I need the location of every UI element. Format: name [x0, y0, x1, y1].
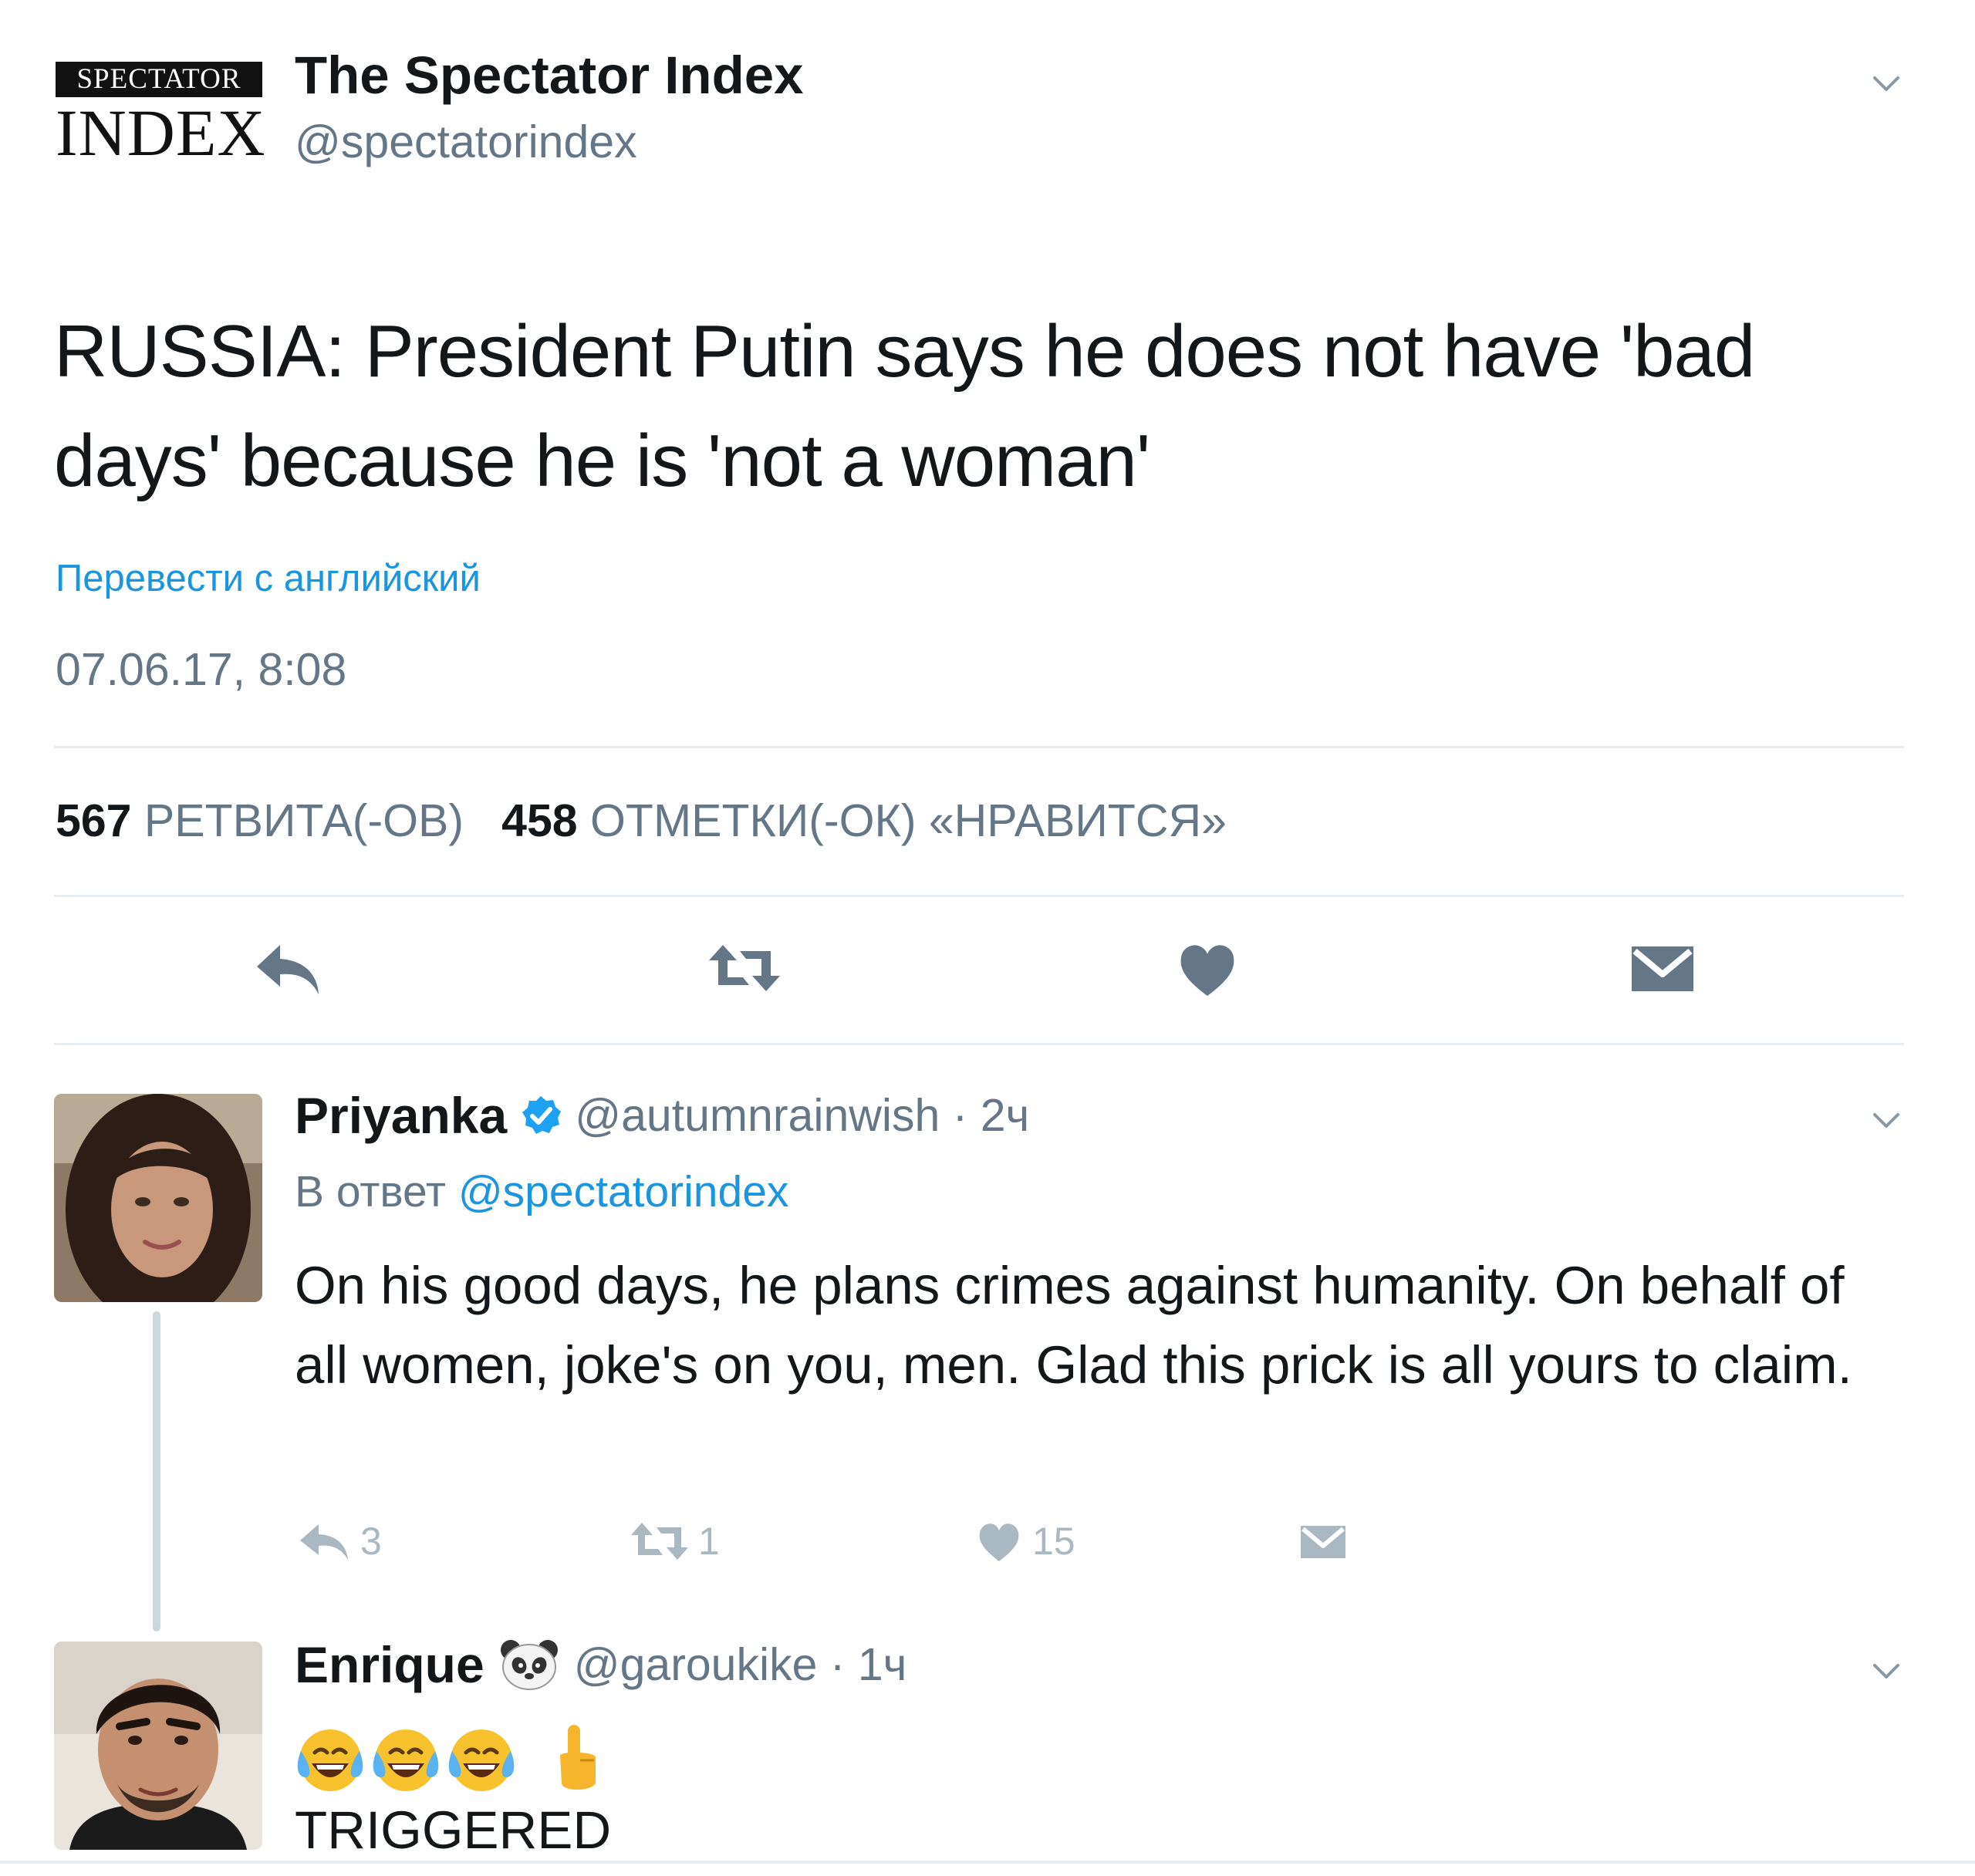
like-button[interactable]: 15 — [974, 1518, 1075, 1564]
retweet-icon — [631, 1523, 688, 1560]
reply-author-handle[interactable]: @garoukike · 1ч — [574, 1638, 907, 1691]
reply-to-handle-link[interactable]: @spectatorindex — [458, 1167, 789, 1216]
logo-bottom-text: INDEX — [56, 96, 266, 170]
heart-icon — [979, 1523, 1019, 1561]
reply-author-handle[interactable]: @autumnrainwish · 2ч — [575, 1089, 1029, 1142]
envelope-icon — [1632, 946, 1693, 991]
reply-icon — [257, 945, 319, 994]
verified-badge-icon — [519, 1094, 562, 1137]
spectator-index-logo[interactable]: SPECTATOR INDEX — [56, 62, 266, 170]
retweet-button[interactable]: 1 — [629, 1518, 720, 1564]
retweets-label[interactable]: РЕТВИТА(-ОВ) — [144, 795, 464, 846]
chevron-down-icon[interactable] — [1871, 1655, 1902, 1686]
reply-author-name[interactable]: Enrique — [295, 1635, 484, 1694]
reply-to-line: В ответ @spectatorindex — [295, 1166, 788, 1217]
panda-icon — [498, 1638, 560, 1692]
likes-label[interactable]: ОТМЕТКИ(-ОК) «НРАВИТСЯ» — [590, 795, 1227, 846]
reply-icon — [300, 1524, 348, 1560]
reply-header: Priyanka @autumnrainwish · 2ч — [295, 1086, 1029, 1145]
like-button[interactable] — [1169, 937, 1246, 999]
direct-message-button[interactable] — [1624, 937, 1701, 999]
tweet-timestamp: 07.06.17, 8:08 — [56, 644, 347, 695]
logo-top-text: SPECTATOR — [56, 62, 262, 97]
reply-emoji-line — [295, 1720, 608, 1797]
avatar[interactable] — [54, 1642, 262, 1850]
retweet-button[interactable] — [706, 937, 783, 999]
reply-to-prefix: В ответ — [295, 1167, 446, 1216]
author-handle[interactable]: @spectatorindex — [295, 116, 637, 168]
like-count: 15 — [1032, 1520, 1075, 1563]
tweet-text: RUSSIA: President Putin says he does not… — [54, 310, 1755, 502]
translate-link[interactable]: Перевести с английский — [56, 557, 481, 600]
reply-author-name[interactable]: Priyanka — [295, 1086, 507, 1145]
retweets-count[interactable]: 567 — [56, 795, 131, 846]
reply-button[interactable] — [251, 937, 328, 999]
divider — [54, 1043, 1904, 1045]
reply-button[interactable]: 3 — [297, 1518, 382, 1564]
envelope-icon — [1301, 1526, 1345, 1558]
chevron-down-icon[interactable] — [1871, 1105, 1902, 1135]
divider — [54, 746, 1904, 748]
direct-message-button[interactable] — [1296, 1518, 1350, 1564]
tweet-stats: 567 РЕТВИТА(-ОВ) 458 ОТМЕТКИ(-ОК) «НРАВИ… — [56, 795, 1227, 847]
heart-icon — [1180, 945, 1234, 996]
avatar[interactable] — [54, 1094, 262, 1302]
reply-header: Enrique @garoukike · 1ч — [295, 1635, 906, 1694]
chevron-down-icon[interactable] — [1871, 68, 1902, 99]
pointing-up-emoji-icon — [560, 1725, 596, 1790]
reply-text: On his good days, he plans crimes agains… — [295, 1256, 1852, 1395]
tears-of-joy-emoji-icon — [297, 1729, 515, 1791]
user-photo — [54, 1094, 262, 1302]
likes-count[interactable]: 458 — [501, 795, 577, 846]
reply-count: 3 — [360, 1520, 382, 1563]
retweet-count: 1 — [698, 1520, 720, 1563]
retweet-icon — [709, 945, 780, 991]
author-name[interactable]: The Spectator Index — [295, 45, 803, 106]
reply-text: TRIGGERED — [295, 1800, 612, 1860]
user-photo — [54, 1642, 262, 1850]
divider — [54, 895, 1904, 897]
divider — [0, 1861, 1975, 1864]
thread-connector-line — [153, 1311, 160, 1631]
